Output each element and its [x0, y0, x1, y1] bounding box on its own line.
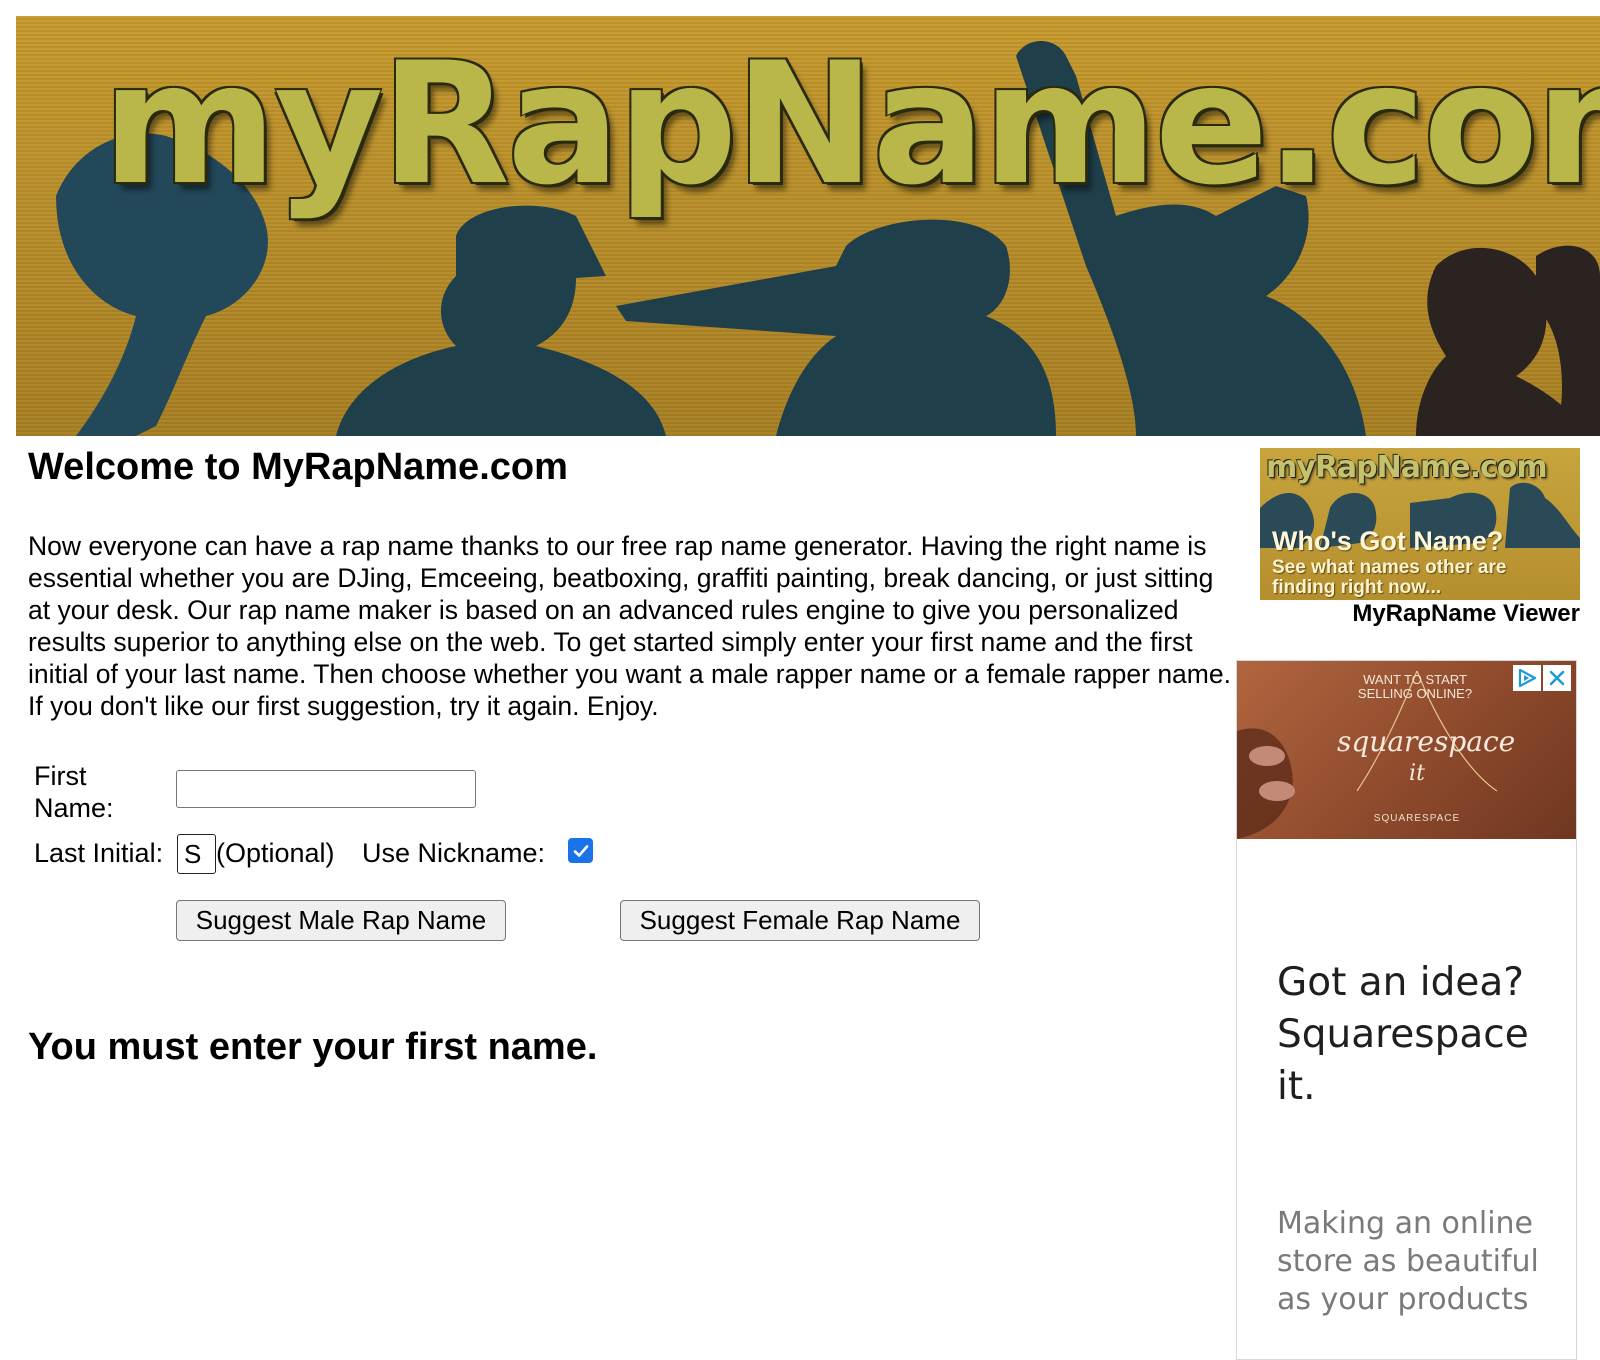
checkmark-icon — [573, 844, 588, 857]
adchoices-icon[interactable] — [1513, 665, 1541, 691]
optional-label: (Optional) — [216, 838, 335, 868]
ad-image-it: it — [1409, 761, 1425, 786]
suggest-female-rap-name-button[interactable]: Suggest Female Rap Name — [620, 900, 980, 941]
use-nickname-label: Use Nickname: — [362, 838, 546, 868]
viewer-thumb-heading: Who's Got Name? — [1272, 526, 1504, 556]
first-name-input[interactable] — [176, 770, 476, 808]
error-message: You must enter your first name. — [28, 1026, 598, 1068]
viewer-thumb-logo: myRapName.com — [1266, 450, 1548, 485]
ad-headline[interactable]: Got an idea? Squarespace it. — [1277, 957, 1567, 1113]
ad-body-text: Making an online store as beautiful as y… — [1277, 1206, 1539, 1317]
close-icon[interactable] — [1543, 665, 1571, 691]
use-nickname-checkbox[interactable] — [568, 838, 593, 863]
banner-logo-text: myRapName.com — [102, 26, 1600, 222]
rapname-viewer-thumbnail[interactable]: myRapName.com Who's Got Name? See what n… — [1260, 448, 1580, 600]
last-initial-input[interactable] — [177, 834, 216, 874]
ad-image-brand-small: SQUARESPACE — [1373, 813, 1461, 824]
site-banner[interactable]: myRapName.com — [16, 16, 1600, 436]
intro-paragraph: Now everyone can have a rap name thanks … — [28, 531, 1231, 721]
rapname-viewer-link[interactable]: MyRapName Viewer — [1260, 600, 1580, 628]
viewer-thumb-subtext: See what names other are finding right n… — [1272, 557, 1507, 598]
last-initial-label: Last Initial: — [34, 838, 164, 868]
first-name-label: First Name: — [34, 761, 114, 823]
ad-image-hook: WANT TO START SELLING ONLINE? — [1357, 672, 1473, 701]
advertisement[interactable]: WANT TO START SELLING ONLINE? squarespac… — [1236, 660, 1577, 1360]
page-title: Welcome to MyRapName.com — [28, 446, 568, 488]
ad-image-brand: squarespace — [1337, 725, 1516, 758]
suggest-male-rap-name-button[interactable]: Suggest Male Rap Name — [176, 900, 506, 941]
